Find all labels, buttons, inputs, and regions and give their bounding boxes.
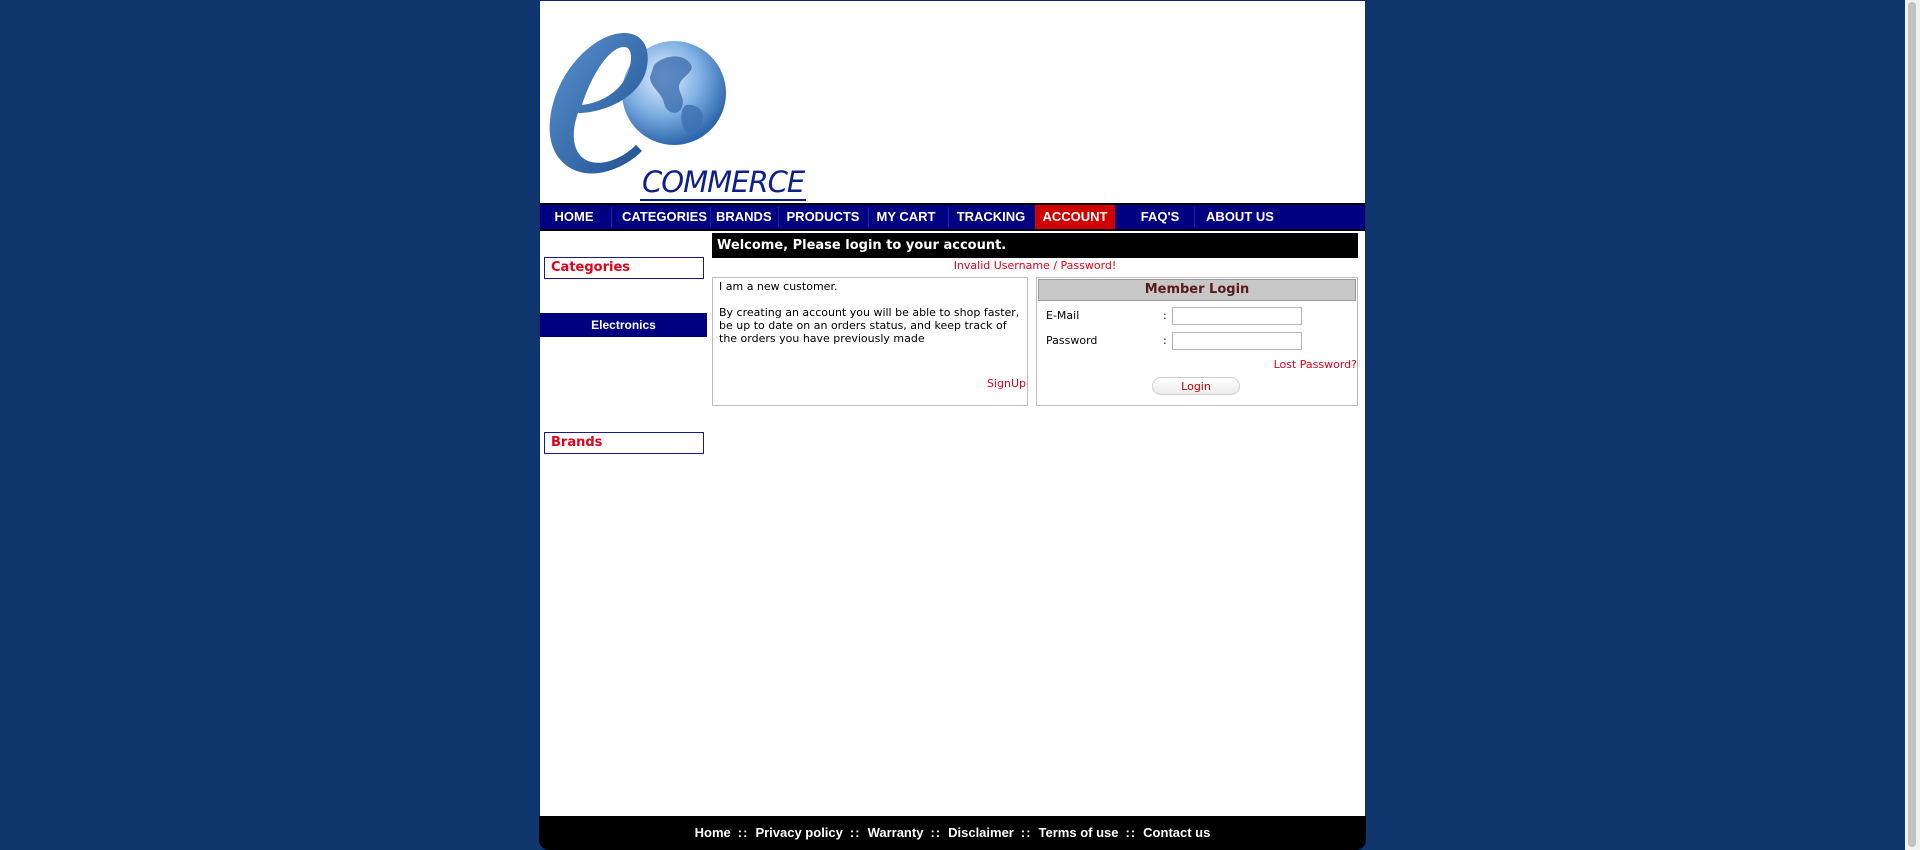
nav-divider <box>948 207 949 227</box>
email-label: E-Mail <box>1046 309 1080 322</box>
categories-heading: Categories <box>544 257 704 279</box>
nav-faqs[interactable]: FAQ'S <box>1135 205 1185 229</box>
footer-link-terms-of-use[interactable]: Terms of use <box>1039 825 1119 840</box>
vertical-scrollbar[interactable] <box>1905 0 1920 850</box>
signup-link[interactable]: SignUp <box>987 377 1026 390</box>
footer-link-disclaimer[interactable]: Disclaimer <box>948 825 1014 840</box>
page-container: COMMERCE HOME CATEGORIES BRANDS PRODUCTS… <box>539 0 1366 817</box>
footer-links: Home:: Privacy policy:: Warranty:: Disclaim… <box>539 816 1366 850</box>
footer: Home:: Privacy policy:: Warranty:: Disclaim… <box>539 816 1366 850</box>
footer-separator: :: <box>930 825 942 840</box>
footer-separator: :: <box>1020 825 1032 840</box>
nav-tracking[interactable]: TRACKING <box>956 205 1026 229</box>
member-login-title: Member Login <box>1038 279 1356 301</box>
ecommerce-logo[interactable]: COMMERCE <box>546 25 807 201</box>
scrollbar-thumb[interactable] <box>1908 2 1916 847</box>
main-navigation: HOME CATEGORIES BRANDS PRODUCTS MY CART … <box>540 203 1365 231</box>
email-colon: : <box>1163 309 1167 322</box>
footer-link-warranty[interactable]: Warranty <box>868 825 924 840</box>
footer-link-contact-us[interactable]: Contact us <box>1143 825 1210 840</box>
password-label: Password <box>1046 334 1098 347</box>
nav-about-us[interactable]: ABOUT US <box>1203 205 1277 229</box>
footer-separator: :: <box>1125 825 1137 840</box>
nav-divider <box>778 207 779 227</box>
footer-link-privacy-policy[interactable]: Privacy policy <box>755 825 842 840</box>
nav-divider <box>611 207 612 227</box>
login-button[interactable]: Login <box>1152 377 1240 395</box>
nav-products[interactable]: PRODUCTS <box>786 205 860 229</box>
sidebar-item-electronics[interactable]: Electronics <box>540 313 707 337</box>
password-colon: : <box>1163 334 1167 347</box>
new-customer-panel: I am a new customer. By creating an acco… <box>712 277 1028 406</box>
logo-text: COMMERCE <box>640 165 807 201</box>
nav-divider <box>1194 207 1195 227</box>
nav-categories[interactable]: CATEGORIES <box>622 205 707 229</box>
nav-account[interactable]: ACCOUNT <box>1035 205 1115 229</box>
nav-divider <box>868 207 869 227</box>
footer-link-home[interactable]: Home <box>695 825 731 840</box>
member-login-panel: Member Login E-Mail : Password : Lost Pa… <box>1036 277 1358 406</box>
nav-my-cart[interactable]: MY CART <box>874 205 938 229</box>
footer-separator: :: <box>737 825 749 840</box>
error-message: Invalid Username / Password! <box>953 259 1117 272</box>
welcome-banner: Welcome, Please login to your account. <box>712 233 1358 258</box>
globe-logo-icon <box>549 33 726 174</box>
nav-brands[interactable]: BRANDS <box>716 205 772 229</box>
new-customer-title: I am a new customer. <box>719 280 838 293</box>
new-customer-description: By creating an account you will be able … <box>719 306 1020 345</box>
password-field[interactable] <box>1172 332 1302 350</box>
brands-heading: Brands <box>544 432 704 454</box>
email-field[interactable] <box>1172 307 1302 325</box>
lost-password-link[interactable]: Lost Password? <box>1274 358 1357 371</box>
nav-home[interactable]: HOME <box>554 205 594 229</box>
footer-separator: :: <box>849 825 861 840</box>
header: COMMERCE <box>540 1 1365 203</box>
nav-divider <box>710 207 711 227</box>
